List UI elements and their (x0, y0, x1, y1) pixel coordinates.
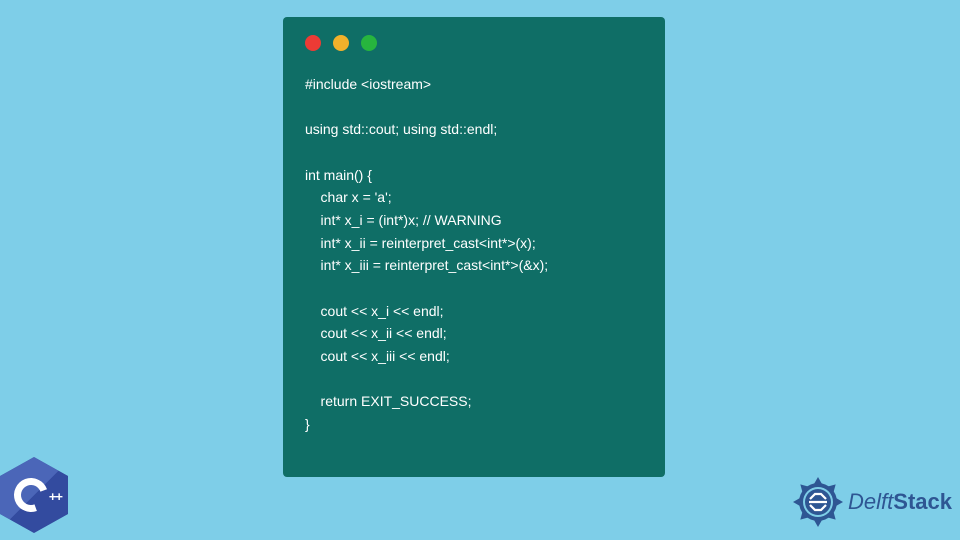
cpp-logo: ++ (0, 457, 68, 533)
brand-name-b: Stack (893, 489, 952, 514)
maximize-icon (361, 35, 377, 51)
minimize-icon (333, 35, 349, 51)
brand-name: DelftStack (848, 489, 952, 515)
brand-name-a: Delft (848, 489, 893, 514)
code-window: #include <iostream> using std::cout; usi… (283, 17, 665, 477)
code-content: #include <iostream> using std::cout; usi… (305, 73, 643, 436)
delftstack-logo: DelftStack (792, 476, 952, 528)
window-controls (305, 35, 643, 51)
gear-icon (792, 476, 844, 528)
cpp-plus-icon: ++ (49, 489, 62, 504)
close-icon (305, 35, 321, 51)
